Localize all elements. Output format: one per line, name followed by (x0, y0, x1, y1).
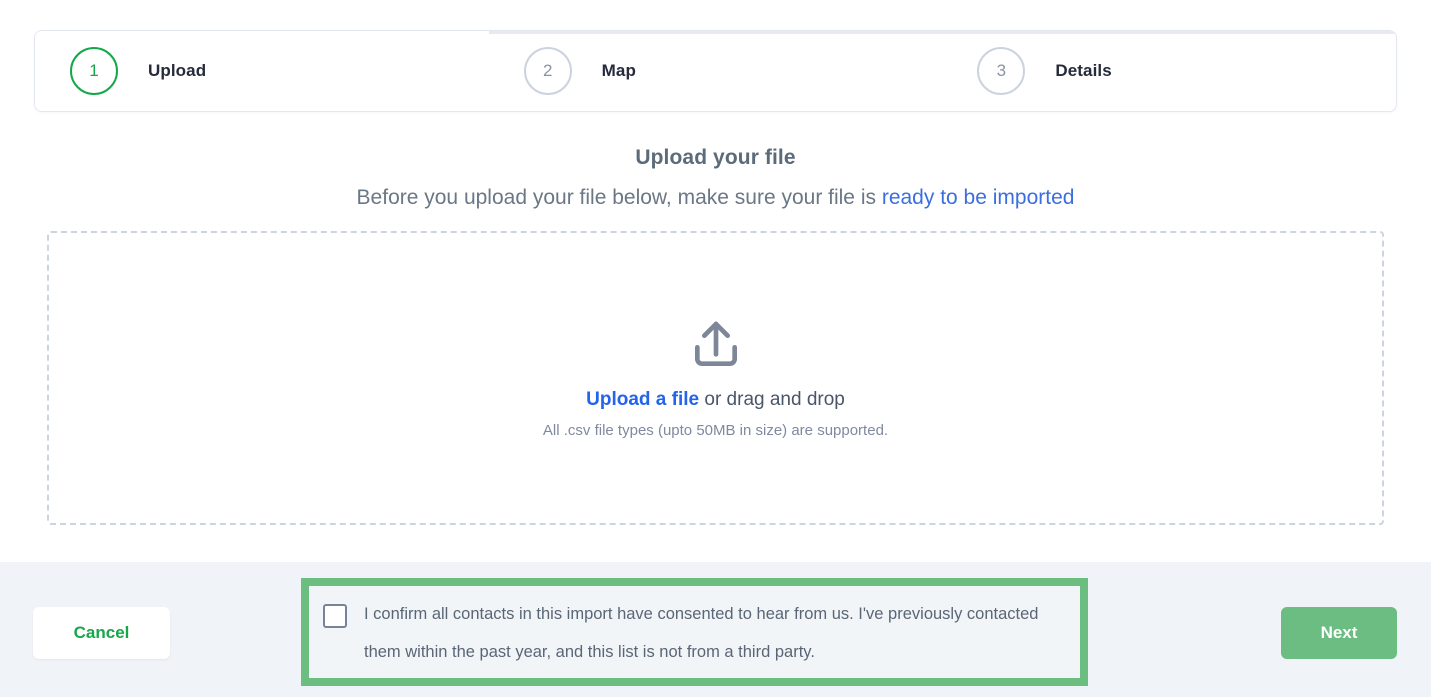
page-heading-block: Upload your file Before you upload your … (0, 146, 1431, 210)
stepper-step-upload[interactable]: 1 Upload (35, 31, 489, 111)
consent-label: I confirm all contacts in this import ha… (364, 605, 1039, 661)
consent-container[interactable]: I confirm all contacts in this import ha… (309, 586, 1080, 678)
dropzone-main-text: Upload a file or drag and drop (586, 389, 845, 411)
step-label-upload: Upload (148, 61, 207, 80)
next-button[interactable]: Next (1281, 607, 1397, 659)
dropzone-drag-text: or drag and drop (699, 389, 845, 410)
file-dropzone[interactable]: Upload a file or drag and drop All .csv … (47, 231, 1384, 525)
page-title: Upload your file (635, 146, 796, 169)
step-number-badge-3: 3 (977, 47, 1026, 95)
stepper-card: 1 Upload 2 Map 3 Details (34, 30, 1397, 112)
cancel-button[interactable]: Cancel (33, 607, 170, 659)
step-label-details: Details (1055, 61, 1112, 80)
consent-checkbox[interactable] (323, 604, 347, 628)
step-number-badge-1: 1 (70, 47, 118, 95)
import-stepper: 1 Upload 2 Map 3 Details (34, 30, 1397, 112)
page-subtitle-text: Before you upload your file below, make … (356, 186, 882, 209)
upload-arrow-tray-icon (694, 321, 737, 366)
stepper-step-map[interactable]: 2 Map (488, 31, 943, 111)
consent-highlight-annotation: I confirm all contacts in this import ha… (301, 578, 1088, 686)
stepper-step-details[interactable]: 3 Details (942, 31, 1396, 111)
step-label-map: Map (601, 61, 636, 80)
dropzone-file-requirements: All .csv file types (upto 50MB in size) … (542, 422, 889, 439)
upload-a-file-link[interactable]: Upload a file (586, 389, 699, 410)
ready-to-be-imported-link[interactable]: ready to be imported (882, 186, 1075, 209)
page-subtitle: Before you upload your file below, make … (0, 186, 1431, 210)
step-number-badge-2: 2 (523, 47, 572, 95)
